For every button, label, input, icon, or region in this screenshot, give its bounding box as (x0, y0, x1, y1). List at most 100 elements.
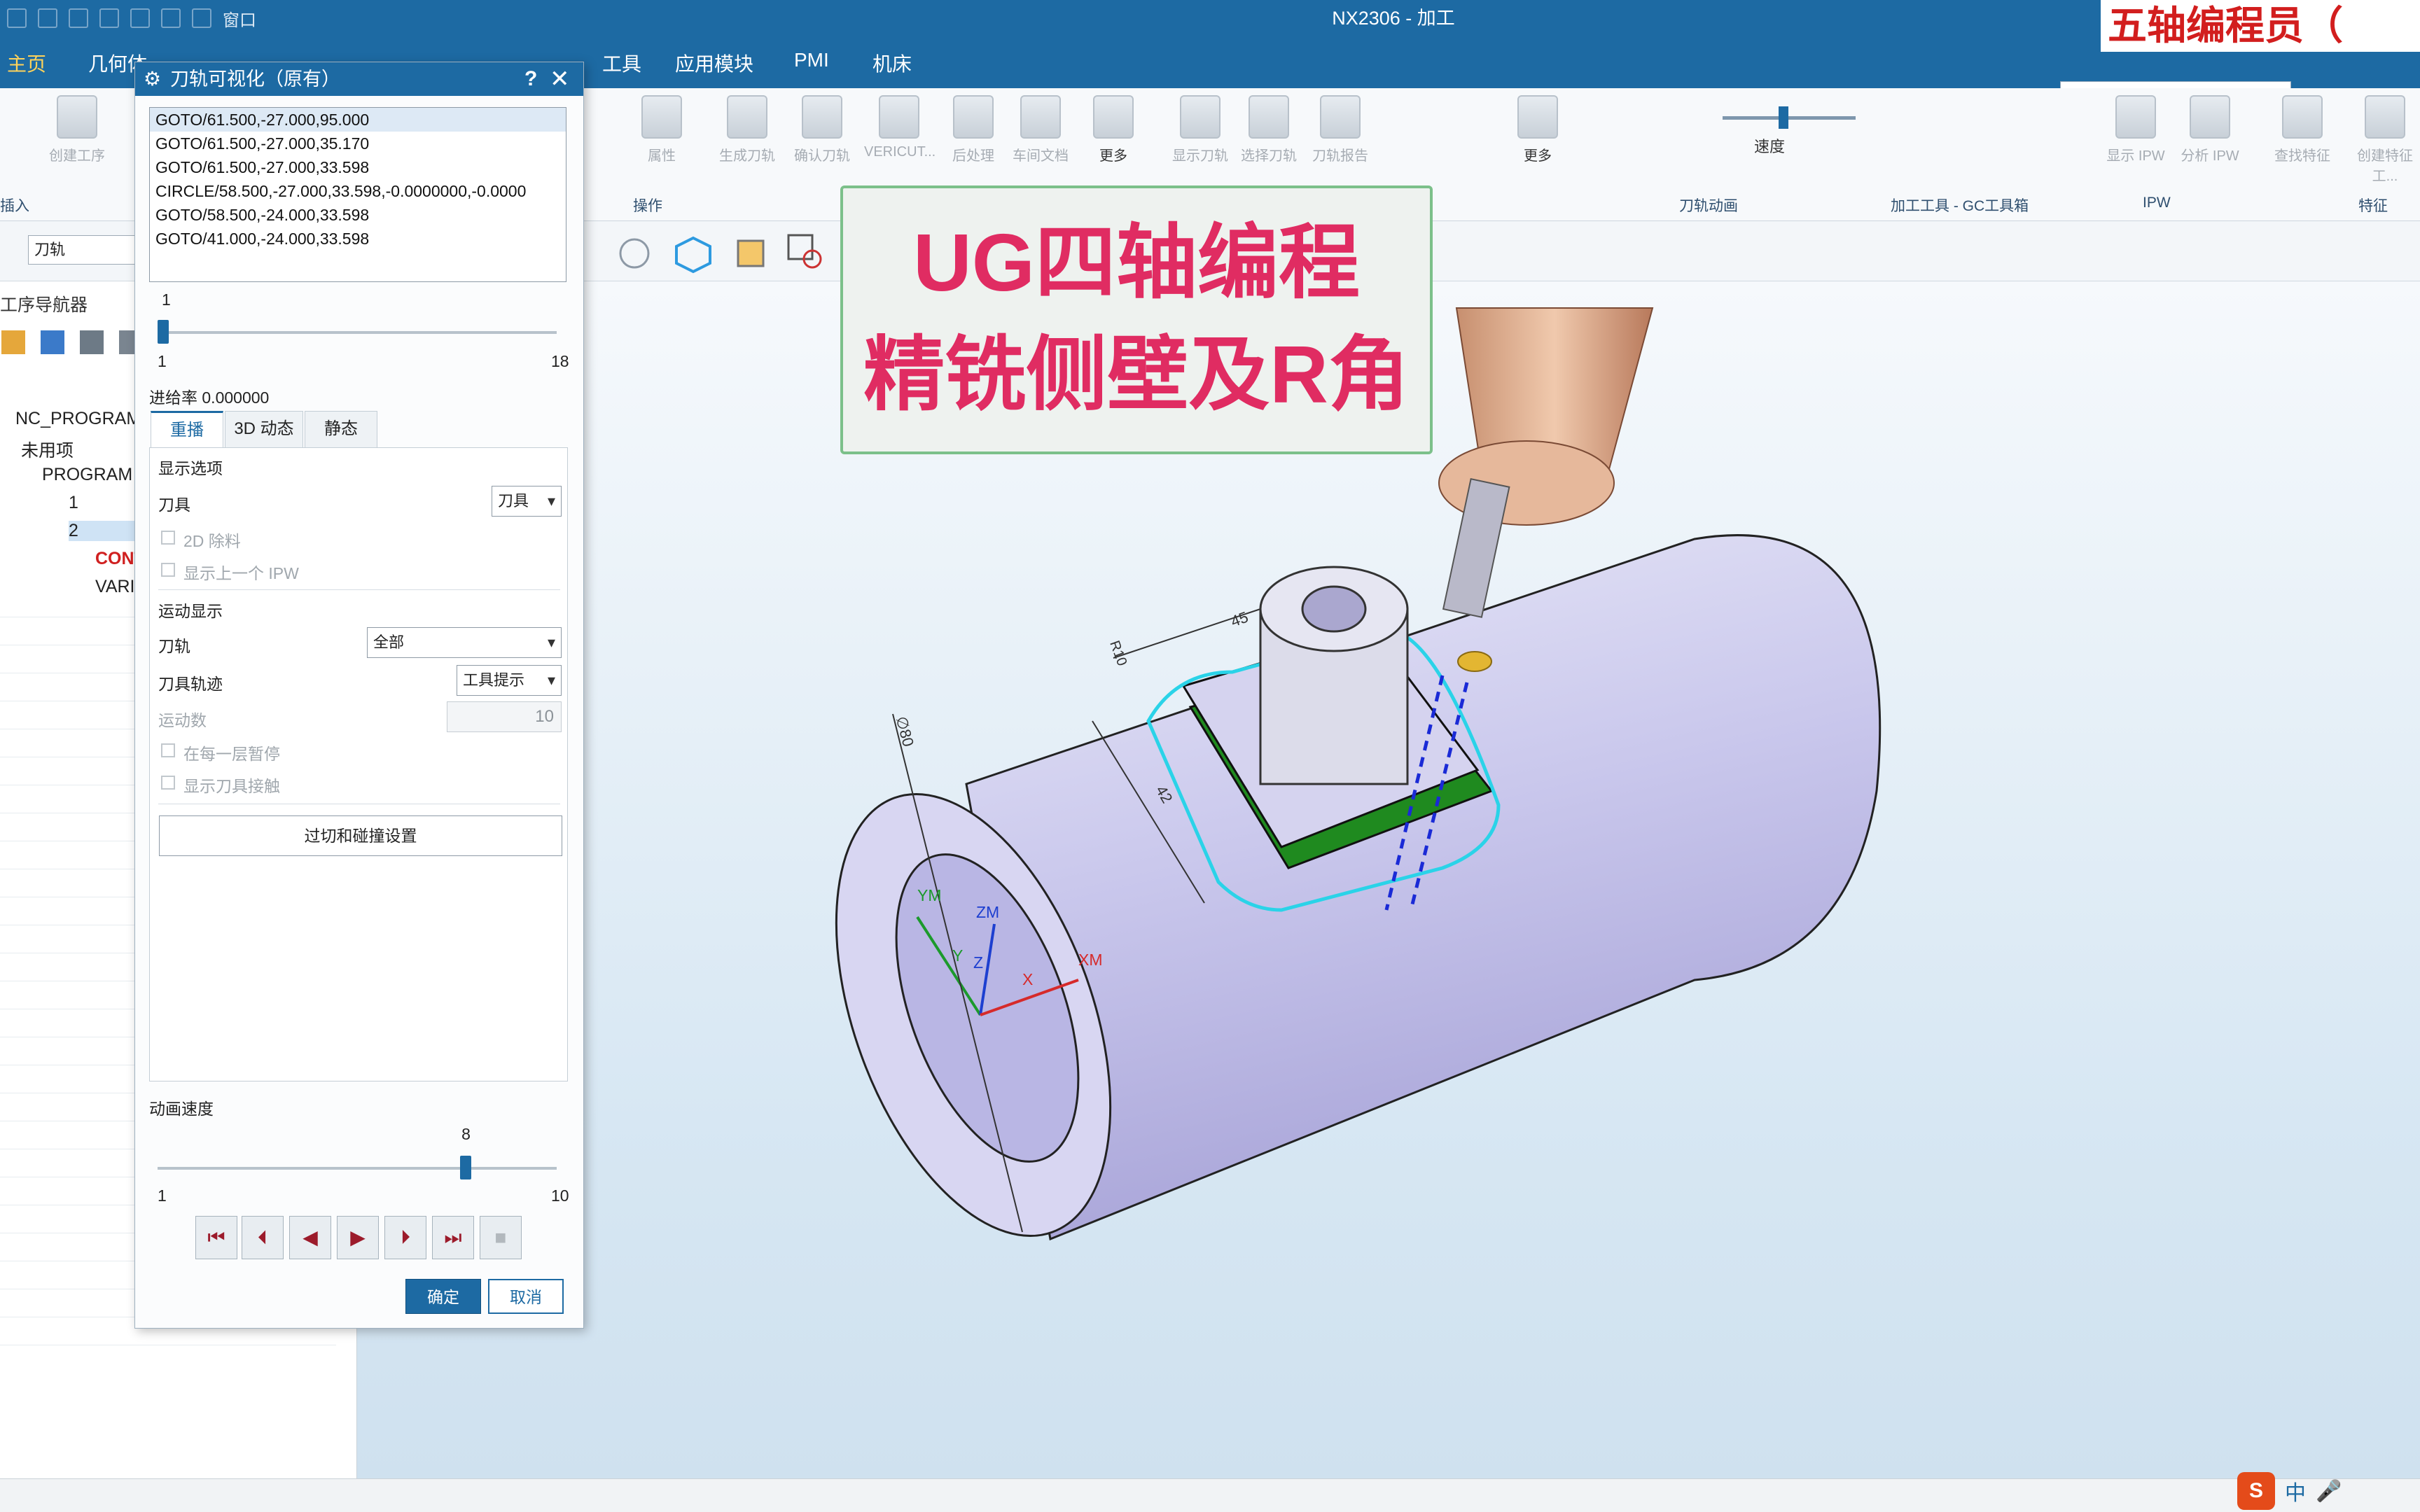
position-slider-thumb[interactable] (158, 320, 169, 344)
undo-icon[interactable] (38, 8, 57, 28)
tab-replay[interactable]: 重播 (151, 411, 223, 447)
speed-label: 速度 (1754, 138, 1786, 155)
stop-button[interactable]: ■ (480, 1216, 522, 1259)
step-back-button[interactable]: ⏴ (242, 1216, 284, 1259)
analyze-ipw-button[interactable]: 分析 IPW (2175, 95, 2245, 164)
generate-path-button[interactable]: 生成刀轨 (712, 95, 782, 164)
motion-display-heading: 运动显示 (158, 602, 223, 620)
window-menu[interactable]: 窗口 (223, 6, 256, 31)
play-forward-button[interactable]: ▶ (337, 1216, 379, 1259)
position-slider-track[interactable] (158, 331, 557, 334)
play-backward-button[interactable]: ◀ (289, 1216, 331, 1259)
properties-button[interactable]: 属性 (627, 95, 697, 164)
show-ipw-button[interactable]: 显示 IPW (2101, 95, 2171, 164)
more-icon (1093, 95, 1134, 139)
tree-program[interactable]: PROGRAM (42, 465, 132, 485)
group-animation: 刀轨动画 (1679, 198, 1738, 214)
fast-forward-button[interactable]: ⏭ (432, 1216, 474, 1259)
axis-x: X (1022, 970, 1034, 988)
path-dropdown[interactable]: 全部 (367, 627, 562, 658)
shop-doc-button[interactable]: 车间文档 (1006, 95, 1076, 164)
chk-tool-contact[interactable] (161, 776, 175, 790)
rewind-to-start-button[interactable]: ⏮ (195, 1216, 237, 1259)
trace-label: 刀具轨迹 (158, 675, 223, 693)
tab-static[interactable]: 静态 (305, 411, 377, 447)
title-bar: 窗口 NX2306 - 加工 (0, 0, 2420, 36)
group-ipw: IPW (2143, 195, 2171, 211)
redo-icon[interactable] (69, 8, 88, 28)
path-report-icon (1320, 95, 1361, 139)
ime-lang[interactable]: 中 (2285, 1476, 2306, 1506)
touch-icon[interactable] (192, 8, 211, 28)
chk-pause-layer[interactable] (161, 743, 175, 757)
step-forward-button[interactable]: ⏵ (384, 1216, 426, 1259)
postprocess-icon (953, 95, 994, 139)
speed-slider-value: 8 (461, 1125, 471, 1143)
sogou-ime-icon[interactable]: S (2237, 1472, 2275, 1510)
path-row[interactable]: GOTO/61.500,-27.000,95.000 (150, 108, 566, 132)
create-operation-button[interactable]: 创建工序 (42, 95, 112, 164)
path-row[interactable]: GOTO/41.000,-24.000,33.598 (150, 227, 566, 251)
feed-rate-label: 进给率 0.000000 (149, 388, 270, 407)
tab-home[interactable]: 主页 (7, 49, 46, 77)
navigator-title: 工序导航器 (0, 295, 88, 315)
speed-slider-track[interactable] (1723, 116, 1856, 120)
select-path-button[interactable]: 选择刀轨 (1234, 95, 1304, 164)
animation-speed-track[interactable] (158, 1167, 557, 1170)
path-report-button[interactable]: 刀轨报告 (1305, 95, 1375, 164)
verify-path-button[interactable]: 确认刀轨 (787, 95, 857, 164)
show-path-button[interactable]: 显示刀轨 (1165, 95, 1235, 164)
mic-icon[interactable] (161, 8, 181, 28)
chk-2d-material[interactable] (161, 531, 175, 545)
tab-tools[interactable]: 工具 (602, 49, 641, 77)
chk-prev-ipw[interactable] (161, 563, 175, 577)
path-row[interactable]: GOTO/58.500,-24.000,33.598 (150, 203, 566, 227)
position-slider-min: 1 (158, 352, 167, 370)
mic-icon[interactable]: 🎤 (2316, 1479, 2342, 1504)
find-feature-button[interactable]: 查找特征 (2267, 95, 2337, 164)
position-slider-max: 18 (551, 352, 569, 370)
more-button-2[interactable]: 更多 (1503, 95, 1573, 164)
tool-dropdown[interactable]: 刀具 (492, 486, 562, 517)
tree-nc-program[interactable]: NC_PROGRAM (15, 409, 141, 429)
shop-doc-icon (1020, 95, 1061, 139)
tab-3d-dynamic[interactable]: 3D 动态 (225, 411, 303, 447)
paste-icon[interactable] (130, 8, 150, 28)
path-row[interactable]: GOTO/61.500,-27.000,35.170 (150, 132, 566, 155)
more-icon (1517, 95, 1558, 139)
vericut-icon (879, 95, 919, 139)
chk-pause-layer-label: 在每一层暂停 (183, 745, 280, 763)
gouge-collision-settings-button[interactable]: 过切和碰撞设置 (159, 816, 562, 856)
tab-app-modules[interactable]: 应用模块 (675, 49, 753, 77)
graphics-viewport[interactable]: 45 42 R10 ∅80 YM ZM XM Y Z X (357, 281, 2420, 1478)
cancel-button[interactable]: 取消 (488, 1279, 564, 1314)
tree-folder-1[interactable]: 1 (69, 493, 78, 513)
toolpath-visualization-dialog: ⚙ 刀轨可视化（原有） ? ✕ GOTO/61.500,-27.000,95.0… (134, 62, 584, 1329)
tab-pmi[interactable]: PMI (794, 49, 829, 71)
close-icon[interactable]: ✕ (550, 62, 570, 96)
help-icon[interactable]: ? (524, 62, 537, 96)
group-operations: 操作 (633, 198, 662, 214)
more-button-1[interactable]: 更多 (1078, 95, 1148, 164)
motion-count-input[interactable]: 10 (447, 701, 562, 732)
chk-2d-material-label: 2D 除料 (183, 532, 241, 550)
tree-unused[interactable]: 未用项 (21, 437, 74, 462)
vericut-button[interactable]: VERICUT... (864, 95, 936, 160)
create-feature-button[interactable]: 创建特征工... (2350, 95, 2420, 185)
ok-button[interactable]: 确定 (405, 1279, 481, 1314)
postprocess-button[interactable]: 后处理 (938, 95, 1008, 164)
tab-machine[interactable]: 机床 (872, 49, 912, 77)
animation-speed-thumb[interactable] (460, 1156, 472, 1180)
copy-icon[interactable] (99, 8, 119, 28)
gear-icon[interactable]: ⚙ (144, 62, 161, 96)
speed-slider-max: 10 (551, 1186, 569, 1205)
replay-tab-panel: 显示选项 刀具 刀具 2D 除料 显示上一个 IPW 运动显示 刀轨 全部 刀具… (149, 447, 568, 1082)
trace-dropdown[interactable]: 工具提示 (457, 665, 562, 696)
path-row[interactable]: CIRCLE/58.500,-27.000,33.598,-0.0000000,… (150, 179, 566, 203)
type-filter-dropdown[interactable]: 刀轨 (28, 235, 147, 265)
path-row[interactable]: GOTO/61.500,-27.000,33.598 (150, 155, 566, 179)
speed-slider-thumb[interactable] (1779, 106, 1788, 129)
path-listing[interactable]: GOTO/61.500,-27.000,95.000 GOTO/61.500,-… (149, 107, 566, 282)
save-icon[interactable] (7, 8, 27, 28)
axis-xm: XM (1078, 951, 1103, 969)
